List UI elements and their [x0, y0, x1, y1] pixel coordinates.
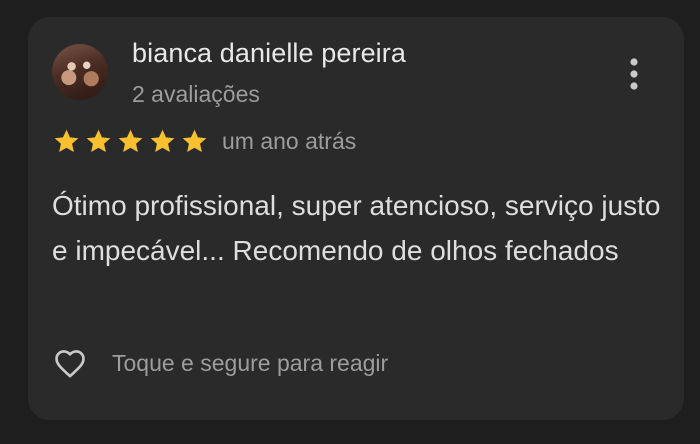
author-name[interactable]: bianca danielle pereira	[132, 38, 406, 69]
review-date: um ano atrás	[222, 128, 357, 154]
star-icon	[148, 127, 177, 155]
review-card: bianca danielle pereira 2 avaliações um …	[28, 17, 684, 420]
react-button[interactable]: Toque e segure para reagir	[50, 343, 388, 383]
heart-outline-icon	[50, 344, 90, 382]
star-icon	[180, 127, 209, 155]
star-icon	[84, 127, 113, 155]
author-review-count[interactable]: 2 avaliações	[132, 81, 260, 108]
more-vert-icon	[622, 55, 646, 95]
star-rating	[52, 127, 209, 155]
more-options-button[interactable]	[622, 55, 646, 95]
star-icon	[116, 127, 145, 155]
react-label: Toque e segure para reagir	[112, 349, 389, 376]
author-avatar[interactable]	[52, 44, 108, 100]
star-icon	[52, 127, 81, 155]
review-text: Ótimo profissional, super atencioso, ser…	[52, 190, 661, 266]
